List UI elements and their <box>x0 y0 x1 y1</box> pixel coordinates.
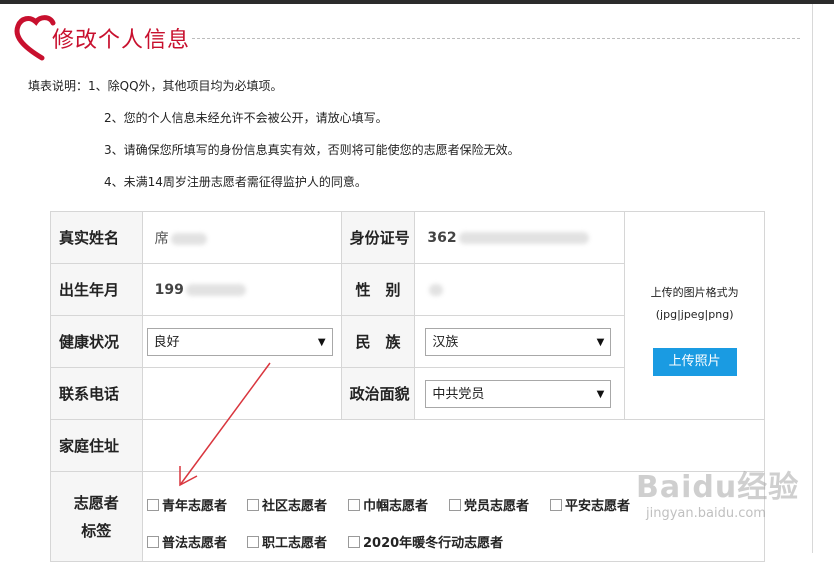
tag-label: 社区志愿者 <box>262 499 328 514</box>
photo-format-line1: 上传的图片格式为 <box>650 286 739 299</box>
phone-field[interactable] <box>141 367 342 420</box>
watermark-url: jingyan.baidu.com <box>646 506 766 521</box>
political-select-value: 中共党员 <box>432 386 485 402</box>
checkbox[interactable] <box>449 499 461 511</box>
health-cell: 良好 ▼ <box>141 315 342 368</box>
checkbox[interactable] <box>247 536 259 548</box>
checkbox[interactable] <box>147 499 159 511</box>
checkbox[interactable] <box>348 499 360 511</box>
birth-label: 出生年月 <box>50 263 143 316</box>
note-2: 2、您的个人信息未经允许不会被公开，请放心填写。 <box>104 111 388 125</box>
ethnic-select[interactable]: 汉族 ▼ <box>425 327 612 356</box>
tags-label: 志愿者 标签 <box>50 471 143 562</box>
baidu-watermark: Baidu经验 jingyan.baidu.com <box>636 462 799 521</box>
chevron-down-icon: ▼ <box>596 388 605 400</box>
checkbox[interactable] <box>348 536 360 548</box>
title-divider <box>192 38 800 39</box>
id-value: 362 <box>427 229 457 246</box>
health-label: 健康状况 <box>50 315 143 368</box>
page-title: 修改个人信息 <box>52 28 191 53</box>
chevron-down-icon: ▼ <box>596 336 605 348</box>
top-bar <box>0 0 834 4</box>
ethnic-label: 民 族 <box>340 315 416 368</box>
checkbox[interactable] <box>550 499 562 511</box>
tag-label: 青年志愿者 <box>162 499 228 514</box>
gender-blurred <box>429 283 444 296</box>
birth-blurred <box>185 283 246 296</box>
photo-format-line2: (jpg|jpeg|png) <box>655 308 734 321</box>
id-field[interactable]: 362 <box>414 211 626 264</box>
gender-field[interactable] <box>414 263 626 316</box>
checkbox[interactable] <box>247 499 259 511</box>
right-border <box>812 4 813 553</box>
political-label: 政治面貌 <box>340 367 416 420</box>
heart-icon <box>14 15 56 61</box>
note-1: 填表说明：1、除QQ外，其他项目均为必填项。 <box>28 79 283 93</box>
note-4: 4、未满14周岁注册志愿者需征得监护人的同意。 <box>104 175 367 189</box>
id-blurred <box>458 231 589 244</box>
tag-community[interactable]: 社区志愿者 <box>247 495 327 514</box>
tag-safety[interactable]: 平安志愿者 <box>550 495 630 514</box>
tag-label: 党员志愿者 <box>464 499 530 514</box>
tag-worker[interactable]: 职工志愿者 <box>247 532 327 551</box>
tag-party[interactable]: 党员志愿者 <box>449 495 529 514</box>
tags-label-line1: 志愿者 <box>73 493 119 512</box>
health-select-value: 良好 <box>153 334 180 350</box>
upload-photo-button[interactable]: 上传照片 <box>652 348 737 376</box>
name-value: 席 <box>154 230 169 247</box>
ethnic-cell: 汉族 ▼ <box>414 315 626 368</box>
name-field[interactable]: 席 <box>141 211 342 264</box>
checkbox[interactable] <box>147 536 159 548</box>
id-label: 身份证号 <box>340 211 416 264</box>
name-blurred <box>170 232 207 245</box>
phone-label: 联系电话 <box>50 367 143 420</box>
birth-field[interactable]: 199 <box>141 263 342 316</box>
tag-label: 巾帼志愿者 <box>363 499 429 514</box>
ethnic-select-value: 汉族 <box>432 334 459 350</box>
birth-value: 199 <box>154 281 184 298</box>
tag-women[interactable]: 巾帼志愿者 <box>348 495 428 514</box>
tag-winter-action[interactable]: 2020年暖冬行动志愿者 <box>348 532 503 551</box>
tags-label-line2: 标签 <box>81 521 112 540</box>
name-label: 真实姓名 <box>50 211 143 264</box>
tag-youth[interactable]: 青年志愿者 <box>147 495 227 514</box>
tag-label: 职工志愿者 <box>262 536 328 551</box>
note-3: 3、请确保您所填写的身份信息真实有效，否则将可能使您的志愿者保险无效。 <box>104 143 520 157</box>
tag-label: 普法志愿者 <box>162 536 228 551</box>
chevron-down-icon: ▼ <box>317 336 326 348</box>
photo-cell: 上传的图片格式为 (jpg|jpeg|png) 上传照片 <box>624 211 765 420</box>
political-cell: 中共党员 ▼ <box>414 367 626 420</box>
tag-law[interactable]: 普法志愿者 <box>147 532 227 551</box>
health-select[interactable]: 良好 ▼ <box>146 327 333 356</box>
section-header: 修改个人信息 <box>12 12 802 62</box>
political-select[interactable]: 中共党员 ▼ <box>425 379 612 408</box>
watermark-brand: Baidu经验 <box>636 470 800 505</box>
tag-label: 2020年暖冬行动志愿者 <box>363 536 504 551</box>
tag-label: 平安志愿者 <box>565 499 631 514</box>
address-label: 家庭住址 <box>50 419 143 472</box>
gender-label: 性 别 <box>340 263 416 316</box>
